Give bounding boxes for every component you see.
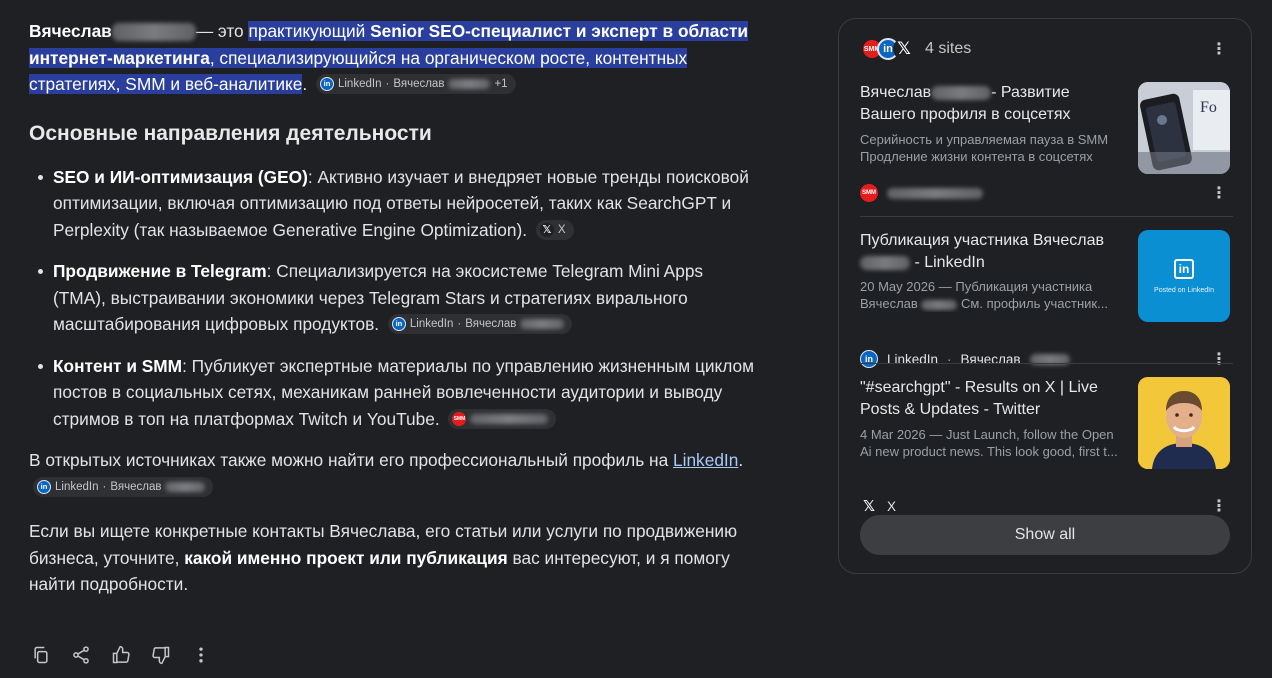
- card-source: SMM: [860, 183, 983, 203]
- citation-chip-smm[interactable]: SMM: [448, 408, 557, 429]
- card-more-icon[interactable]: ⋮: [1209, 183, 1229, 203]
- card-title: "#searchgpt" - Results on X | Live Posts…: [860, 379, 1098, 418]
- show-all-button[interactable]: Show all: [860, 515, 1230, 555]
- card-more-icon[interactable]: ⋮: [1209, 496, 1229, 516]
- card-thumbnail: in Posted on LinkedIn: [1138, 230, 1230, 322]
- card-thumbnail: [1138, 377, 1230, 469]
- card-title: Публикация участника Вячеслав - LinkedIn: [860, 232, 1105, 271]
- sites-count: 4 sites: [925, 40, 972, 57]
- person-name: Вячеслав: [29, 21, 112, 41]
- activity-list: SEO и ИИ-оптимизация (GEO): Активно изуч…: [29, 164, 759, 433]
- answer-body: Вячеслав — это практикующий Senior SEO-сп…: [29, 18, 759, 598]
- svg-text:Fo: Fo: [1200, 99, 1217, 116]
- list-item: Продвижение в Telegram: Специализируется…: [29, 258, 759, 338]
- smm-icon: SMM: [452, 411, 467, 426]
- card-snippet: 20 May 2026 — Публикация участника Вячес…: [860, 279, 1108, 311]
- citation-chip-linkedin[interactable]: in LinkedIn · Вячеслав +1: [315, 74, 516, 95]
- linkedin-logo-icon: in: [1174, 258, 1194, 279]
- thumbs-down-icon[interactable]: [150, 644, 172, 666]
- linkedin-icon: in: [319, 77, 334, 92]
- thumbs-up-icon[interactable]: [110, 644, 132, 666]
- more-vert-icon[interactable]: [190, 644, 212, 666]
- profile-paragraph: В открытых источниках также можно найти …: [29, 447, 759, 500]
- divider: [860, 216, 1233, 217]
- redacted-surname: [111, 23, 196, 42]
- x-icon: 𝕏: [893, 38, 915, 60]
- list-item: Контент и SMM: Публикует экспертные мате…: [29, 353, 759, 433]
- linkedin-icon: in: [391, 317, 406, 332]
- x-icon: 𝕏: [539, 222, 554, 237]
- share-icon[interactable]: [70, 644, 92, 666]
- list-item: SEO и ИИ-оптимизация (GEO): Активно изуч…: [29, 164, 759, 244]
- response-actions: [30, 644, 212, 666]
- linkedin-icon: in: [860, 350, 878, 368]
- x-icon: 𝕏: [860, 497, 878, 515]
- citation-chip-x[interactable]: 𝕏 X: [535, 219, 574, 240]
- closing-paragraph: Если вы ищете конкретные контакты Вячесл…: [29, 521, 738, 594]
- section-heading: Основные направления деятельности: [29, 121, 432, 145]
- source-favicons: SMM in 𝕏: [861, 38, 915, 60]
- card-thumbnail: Fo: [1138, 82, 1230, 174]
- source-card[interactable]: Вячеслав - Развитие Вашего профиля в соцс…: [860, 82, 1233, 212]
- card-snippet: 4 Mar 2026 — Just Launch, follow the Ope…: [860, 427, 1118, 459]
- smm-icon: SMM: [860, 184, 878, 202]
- card-snippet: Серийность и управляемая пауза в SMM Про…: [860, 132, 1109, 164]
- panel-more-icon[interactable]: ⋮: [1209, 39, 1229, 59]
- linkedin-icon: in: [37, 479, 51, 494]
- card-source: in LinkedIn · Вячеслав: [860, 349, 1070, 369]
- intro-paragraph: Вячеслав — это практикующий Senior SEO-сп…: [29, 21, 749, 95]
- sources-panel: SMM in 𝕏 4 sites ⋮ Вячеслав - Развитие Ва…: [838, 18, 1252, 574]
- copy-icon[interactable]: [30, 644, 52, 666]
- card-source: 𝕏 X: [860, 496, 896, 516]
- card-more-icon[interactable]: ⋮: [1209, 349, 1229, 369]
- citation-chip-linkedin[interactable]: in LinkedIn · Вячеслав: [33, 476, 214, 497]
- card-title: Вячеслав - Развитие Вашего профиля в соцс…: [860, 84, 1071, 123]
- divider: [860, 363, 1233, 364]
- source-card[interactable]: Публикация участника Вячеслав - LinkedIn…: [860, 230, 1233, 368]
- source-card[interactable]: "#searchgpt" - Results on X | Live Posts…: [860, 377, 1233, 515]
- citation-chip-linkedin[interactable]: in LinkedIn · Вячеслав: [387, 314, 573, 335]
- linkedin-link[interactable]: LinkedIn: [673, 450, 738, 470]
- sources-header: SMM in 𝕏 4 sites: [861, 37, 971, 61]
